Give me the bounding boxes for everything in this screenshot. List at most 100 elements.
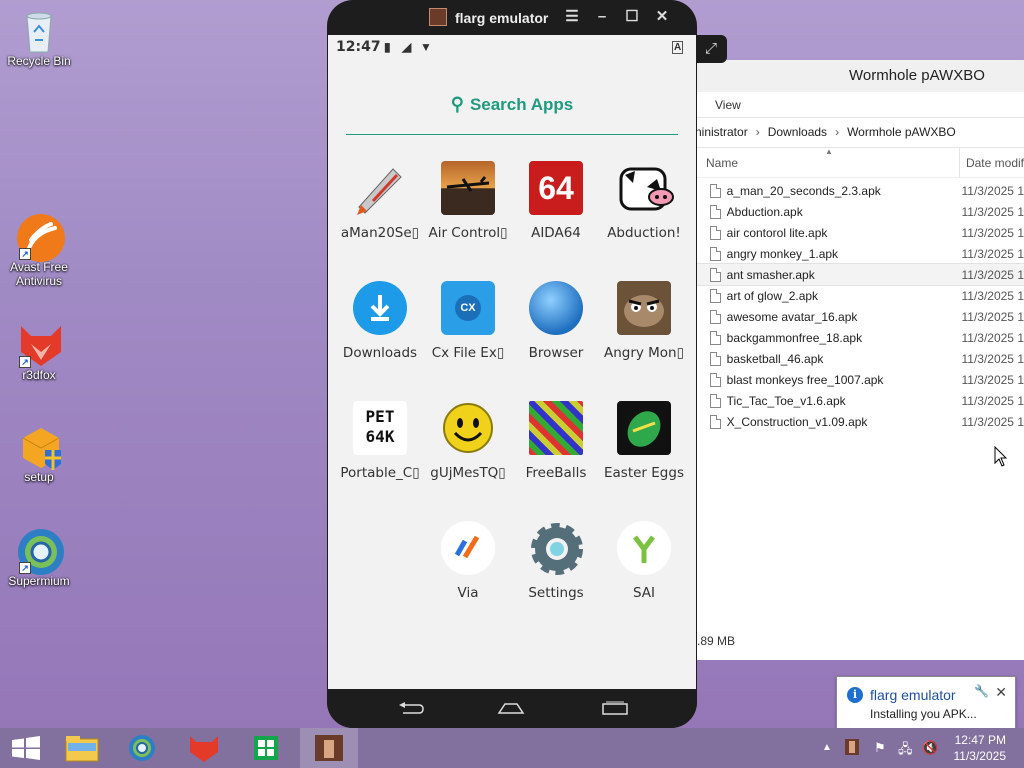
app-cx-file-explorer[interactable]: CX Cx File Ex▯ [424,281,512,361]
taskbar-flarg-emulator[interactable] [300,728,358,768]
taskbar-r3dfox[interactable] [176,728,232,768]
flarg-tray-icon[interactable] [844,738,860,759]
app-freeballs[interactable]: FreeBalls [512,401,600,481]
desktop-icon-label: r3dfox [22,368,56,382]
file-row[interactable]: Abduction.apk 11/3/2025 1 [691,201,1024,222]
app-gujmestq[interactable]: gUjMesTQ▯ [424,401,512,481]
file-row[interactable]: ant smasher.apk 11/3/2025 1 [690,263,1024,286]
file-row[interactable]: blast monkeys free_1007.apk 11/3/2025 1 [691,369,1024,390]
android-screen[interactable]: 12:47 ▮ ◢ ▼ A ⚲ Search Apps aMan20Se▯ Air… [328,35,696,689]
chevron-right-icon: › [755,125,760,139]
desktop-icon-recycle-bin[interactable]: Recycle Bin [2,8,76,68]
breadcrumb-administrator[interactable]: ninistrator [695,125,748,139]
close-button[interactable]: ✕ [653,8,671,26]
app-downloads[interactable]: Downloads [336,281,424,361]
start-button[interactable] [0,728,56,768]
show-hidden-icons-chevron[interactable]: ▲ [822,742,832,753]
clock-date: 11/3/2025 [953,749,1007,763]
balls-icon [529,401,583,455]
emulator-title: flarg emulator [455,10,549,26]
file-icon [710,204,721,219]
notification-close-button[interactable]: ✕ [995,684,1007,701]
desktop-icon-r3dfox[interactable]: ↗ r3dfox [2,322,76,382]
mouse-cursor-icon [994,445,1008,473]
file-row[interactable]: awesome avatar_16.apk 11/3/2025 1 [691,306,1024,327]
column-header-name[interactable]: ▲ Name [691,147,960,177]
desktop-icon-label: Avast Free Antivirus [10,260,68,288]
app-abduction[interactable]: Abduction! [600,161,688,241]
flag-icon[interactable]: ⚑ [874,740,886,756]
app-settings[interactable]: Settings [512,521,600,601]
desktop-icon-setup[interactable]: setup [2,424,76,484]
file-row[interactable]: art of glow_2.apk 11/3/2025 1 [691,285,1024,306]
taskbar: ▲ ⚑ 🖧 🔇 12:47 PM 11/3/2025 [0,728,1024,768]
app-sai[interactable]: SAI [600,521,688,601]
status-time: 12:47 [336,39,381,55]
notification-title: flarg emulator [870,687,956,703]
setup-icon [17,424,61,470]
wrench-icon[interactable]: 🔧 [974,684,989,698]
notification-balloon[interactable]: i flarg emulator Installing you APK... 🔧… [836,676,1016,732]
via-icon [441,521,495,575]
file-row[interactable]: air contorol lite.apk 11/3/2025 1 [691,222,1024,243]
maximize-button[interactable]: ☐ [623,8,641,26]
network-icon[interactable]: 🖧 [898,740,913,762]
file-list: a_man_20_seconds_2.3.apk 11/3/2025 1 Abdu… [690,178,1024,432]
file-row[interactable]: angry monkey_1.apk 11/3/2025 1 [691,243,1024,264]
monkey-icon [617,281,671,335]
file-icon [710,330,721,345]
address-bar[interactable]: ninistrator › Downloads › Wormhole pAWXBO [691,118,1024,148]
app-browser[interactable]: Browser [512,281,600,361]
app-aida64[interactable]: 64 AIDA64 [512,161,600,241]
app-air-control[interactable]: Air Control▯ [424,161,512,241]
menu-icon[interactable]: ☰ [563,8,581,26]
app-via[interactable]: Via [424,521,512,601]
desktop-icon-supermium[interactable]: ↗ Supermium [2,528,76,588]
taskbar-store[interactable] [238,728,294,768]
breadcrumb-downloads[interactable]: Downloads [768,125,827,139]
keyboard-icon: A [672,41,684,54]
minimize-button[interactable]: – [593,8,611,26]
back-button[interactable] [397,701,425,722]
file-row[interactable]: X_Construction_v1.09.apk 11/3/2025 1 [691,411,1024,432]
recycle-bin-icon [17,8,61,53]
aida64-icon: 64 [529,161,583,215]
app-angry-monkey[interactable]: Angry Mon▯ [600,281,688,361]
cow-icon [617,161,674,215]
file-row[interactable]: Tic_Tac_Toe_v1.6.apk 11/3/2025 1 [691,390,1024,411]
app-aman20se[interactable]: aMan20Se▯ [336,161,424,241]
emulator-window[interactable]: flarg emulator ☰ – ☐ ✕ 12:47 ▮ ◢ ▼ A ⚲ Se… [327,0,697,728]
home-button[interactable] [497,701,525,722]
signal-icon: ◢ [402,40,412,54]
taskbar-clock[interactable]: 12:47 PM 11/3/2025 [954,732,1007,764]
supermium-icon: ↗ [17,528,64,575]
desktop-icon-label: setup [24,470,54,484]
ribbon-tab-view[interactable]: View [715,98,741,112]
column-header-date[interactable]: Date modif [960,148,1024,177]
emulator-titlebar[interactable]: flarg emulator ☰ – ☐ ✕ [327,0,697,34]
search-apps-bar[interactable]: ⚲ Search Apps [346,87,678,135]
desktop-icon-label: Supermium [8,574,70,588]
android-status-bar: 12:47 ▮ ◢ ▼ A [328,35,696,59]
rocket-icon [353,161,407,215]
app-portable-c[interactable]: PET 64K Portable_C▯ [336,401,424,481]
file-row[interactable]: basketball_46.apk 11/3/2025 1 [691,348,1024,369]
app-easter-eggs[interactable]: Easter Eggs [600,401,688,481]
breadcrumb-current[interactable]: Wormhole pAWXBO [847,125,956,139]
taskbar-supermium[interactable] [114,728,170,768]
file-row[interactable]: a_man_20_seconds_2.3.apk 11/3/2025 1 [691,180,1024,201]
taskbar-file-explorer[interactable] [54,728,110,768]
easter-egg-icon [617,401,671,455]
smiley-icon [441,401,495,455]
desktop-icon-avast[interactable]: ↗ Avast Free Antivirus [2,214,76,288]
notification-body: Installing you APK... [870,707,977,721]
fullscreen-icon[interactable]: ⤢ [695,35,727,63]
file-explorer-window[interactable]: Wormhole pAWXBO View ninistrator › Downloa… [690,60,1024,660]
file-row[interactable]: backgammonfree_18.apk 11/3/2025 1 [691,327,1024,348]
file-icon [710,183,721,198]
info-icon: i [847,687,863,703]
volume-muted-icon[interactable]: 🔇 [922,740,938,756]
recents-button[interactable] [601,701,629,722]
cx-folder-icon: CX [441,281,495,335]
settings-icon [529,521,583,575]
